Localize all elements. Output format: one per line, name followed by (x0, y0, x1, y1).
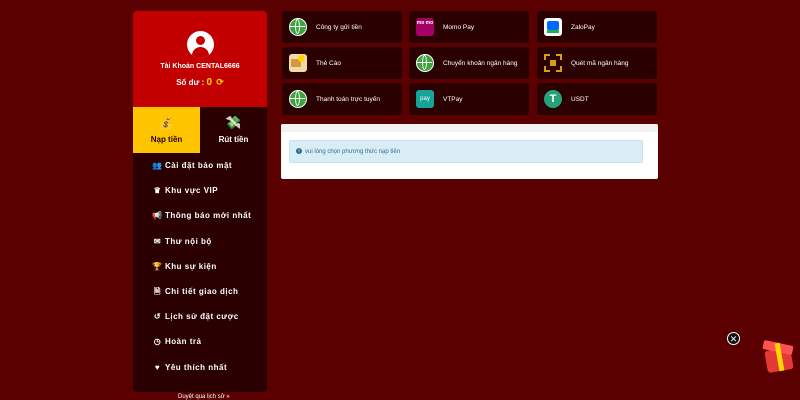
menu-item-label: Hoàn trả (165, 337, 202, 347)
payment-label: Momo Pay (443, 23, 475, 31)
clock-icon: ◷ (153, 337, 162, 347)
menu-item-vip[interactable]: ♛ Khu vực VIP (133, 178, 267, 203)
menu-item-events[interactable]: 🏆 Khu sự kiện (133, 254, 267, 279)
info-icon: i (296, 148, 302, 155)
menu-item-label: Yêu thích nhất (165, 362, 228, 372)
trophy-icon: 🏆 (152, 261, 163, 271)
scratch-card-icon (289, 54, 307, 72)
menu-item-notifications[interactable]: 📢 Thông báo mới nhất (133, 203, 267, 228)
menu-item-transactions[interactable]: 🗎 Chi tiết giao dịch (133, 279, 267, 304)
payment-usdt[interactable]: T USDT (537, 83, 657, 115)
momo-icon: mo mo (416, 18, 434, 36)
usdt-icon: T (544, 90, 562, 108)
users-gear-icon: 👥 (152, 161, 163, 170)
menu-item-label: Thông báo mới nhất (165, 211, 252, 221)
payment-zalopay[interactable]: ZaloPay (537, 11, 657, 43)
deposit-label: Nạp tiền (150, 135, 183, 144)
account-menu: 👥 Cài đặt bảo mật ♛ Khu vực VIP 📢 Thông báo… (133, 153, 267, 380)
qr-scan-icon (544, 54, 562, 72)
payment-label: Quét mã ngân hàng (571, 59, 629, 67)
balance-value: 0 (206, 77, 213, 88)
account-name: CENTAL6666 (196, 63, 240, 70)
account-label: Tài Khoản (160, 63, 195, 70)
menu-item-inbox[interactable]: ✉ Thư nội bộ (133, 229, 267, 254)
menu-item-rebate[interactable]: ◷ Hoàn trả (133, 329, 267, 354)
menu-item-label: Lịch sử đặt cược (165, 312, 239, 322)
history-link[interactable]: Duyệt qua lịch sử » (178, 394, 230, 400)
payment-bank-qr[interactable]: Quét mã ngân hàng (537, 47, 657, 79)
heart-icon: ♥ (154, 362, 161, 372)
money-bag-icon: 💰 (158, 115, 175, 130)
menu-item-bet-history[interactable]: ↺ Lịch sử đặt cược (133, 304, 267, 329)
envelope-icon: ✉ (153, 236, 162, 246)
payment-company-deposit[interactable]: Công ty gửi tiền (282, 11, 402, 43)
globe-icon (289, 18, 307, 36)
profile-card: Tài Khoản CENTAL6666 Số dư : 0 ⟳ (133, 11, 267, 107)
globe-icon (416, 54, 434, 72)
balance-label: Số dư : (176, 78, 205, 87)
megaphone-icon: 📢 (152, 211, 163, 221)
payment-label: Thẻ Cào (316, 59, 341, 67)
globe-icon (289, 90, 307, 108)
menu-item-security[interactable]: 👥 Cài đặt bảo mật (133, 153, 267, 178)
menu-item-favorites[interactable]: ♥ Yêu thích nhất (133, 355, 267, 380)
payment-label: Thanh toán trực tuyến (316, 95, 380, 103)
withdraw-label: Rút tiền (218, 135, 249, 144)
panel-header (281, 124, 658, 132)
payment-label: Công ty gửi tiền (316, 23, 362, 31)
payment-online[interactable]: Thanh toán trực tuyến (282, 83, 402, 115)
deposit-content-panel: i vui lòng chọn phương thức nạp tiền (281, 124, 658, 179)
withdraw-button[interactable]: 💸 Rút tiền (200, 107, 267, 153)
payment-label: ZaloPay (571, 23, 595, 31)
payment-momo[interactable]: mo mo Momo Pay (409, 11, 529, 43)
account-line: Tài Khoản CENTAL6666 (133, 63, 267, 70)
menu-item-label: Cài đặt bảo mật (165, 161, 233, 170)
menu-item-label: Chi tiết giao dịch (165, 286, 239, 296)
deposit-button[interactable]: 💰 Nạp tiền (133, 107, 200, 153)
avatar-icon (187, 31, 214, 58)
history-icon: ↺ (153, 312, 162, 322)
close-promo-button[interactable]: ✕ (727, 332, 740, 345)
alert-message: vui lòng chọn phương thức nạp tiền (305, 149, 401, 155)
payment-vtpay[interactable]: pay VTPay (409, 83, 529, 115)
payment-scratch-card[interactable]: Thẻ Cào (282, 47, 402, 79)
menu-item-label: Khu sự kiện (165, 261, 217, 271)
payment-label: Chuyển khoản ngân hàng (443, 59, 518, 67)
action-tabs: 💰 Nạp tiền 💸 Rút tiền (133, 107, 267, 153)
vtpay-icon: pay (416, 90, 434, 108)
menu-item-label: Thư nội bộ (165, 236, 212, 246)
gift-box-icon[interactable] (758, 335, 800, 377)
payment-label: USDT (571, 95, 589, 103)
account-sidebar: Tài Khoản CENTAL6666 Số dư : 0 ⟳ 💰 Nạp t… (133, 11, 267, 392)
balance-line: Số dư : 0 ⟳ (133, 77, 267, 88)
crown-icon: ♛ (153, 186, 162, 196)
info-alert: i vui lòng chọn phương thức nạp tiền (289, 140, 643, 163)
menu-item-label: Khu vực VIP (165, 186, 219, 196)
refresh-icon[interactable]: ⟳ (216, 77, 224, 87)
payment-bank-transfer[interactable]: Chuyển khoản ngân hàng (409, 47, 529, 79)
payment-label: VTPay (443, 95, 463, 103)
receipt-icon: 🗎 (154, 286, 161, 296)
hand-money-icon: 💸 (225, 115, 242, 130)
zalopay-icon (544, 18, 562, 36)
payment-methods-grid: Công ty gửi tiền mo mo Momo Pay ZaloPay … (282, 11, 660, 115)
